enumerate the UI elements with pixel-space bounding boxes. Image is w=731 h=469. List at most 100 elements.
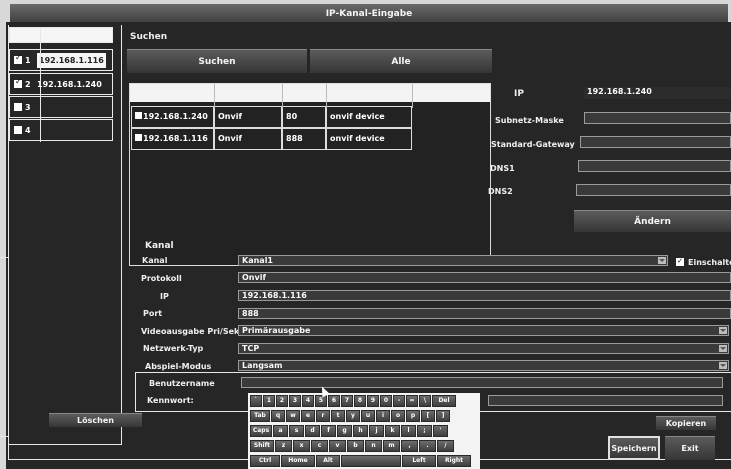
enable-checkbox[interactable]: ✓ xyxy=(676,258,684,266)
channel-row-4[interactable]: 4 xyxy=(9,119,113,141)
dns1-field[interactable] xyxy=(578,160,731,172)
dns2-field[interactable] xyxy=(576,184,731,196)
username-field[interactable] xyxy=(241,377,723,388)
channel-row-1[interactable]: 1 192.168.1.116 xyxy=(9,49,113,71)
keyboard-key[interactable]: 0 xyxy=(380,395,392,407)
keyboard-key[interactable]: k xyxy=(385,425,400,437)
ip-field[interactable]: 192.168.1.116 xyxy=(238,290,731,301)
keyboard-key[interactable]: u xyxy=(361,410,375,422)
show-all-button[interactable]: Alle xyxy=(310,49,492,73)
channel-checkbox[interactable] xyxy=(14,103,22,111)
table-column-line xyxy=(412,84,413,108)
save-button[interactable]: Speichern xyxy=(608,436,660,460)
keyboard-key[interactable]: Right xyxy=(437,455,471,467)
keyboard-key[interactable]: Shift xyxy=(250,440,274,452)
change-button[interactable]: Ändern xyxy=(574,210,731,232)
search-button[interactable]: Suchen xyxy=(127,49,307,73)
subnet-field[interactable] xyxy=(584,112,731,124)
keyboard-key[interactable]: ] xyxy=(436,410,450,422)
keyboard-key[interactable]: q xyxy=(271,410,285,422)
keyboard-key[interactable]: n xyxy=(365,440,382,452)
keyboard-key[interactable]: 2 xyxy=(276,395,288,407)
keyboard-key[interactable]: ; xyxy=(417,425,432,437)
keyboard-key[interactable]: x xyxy=(293,440,310,452)
keyboard-key[interactable]: Alt xyxy=(316,455,340,467)
keyboard-key[interactable]: z xyxy=(275,440,292,452)
keyboard-key[interactable]: 6 xyxy=(328,395,340,407)
keyboard-key[interactable]: ' xyxy=(433,425,448,437)
keyboard-key[interactable]: 9 xyxy=(367,395,379,407)
keyboard-key[interactable]: y xyxy=(346,410,360,422)
keyboard-key[interactable]: p xyxy=(406,410,420,422)
keyboard-key[interactable]: r xyxy=(316,410,330,422)
keyboard-key[interactable]: ` xyxy=(250,395,262,407)
nettyp-select[interactable]: TCP xyxy=(238,343,729,354)
keyboard-key[interactable] xyxy=(341,455,401,467)
window-title: IP-Kanal-Eingabe xyxy=(10,4,728,24)
result-port: 80 xyxy=(282,106,326,128)
keyboard-key[interactable]: \ xyxy=(419,395,431,407)
keyboard-key[interactable]: 5 xyxy=(315,395,327,407)
kanal-select[interactable]: Kanal1 xyxy=(238,255,668,266)
video-select[interactable]: Primärausgabe xyxy=(238,325,729,336)
keyboard-key[interactable]: Tab xyxy=(250,410,270,422)
port-field[interactable]: 888 xyxy=(238,308,731,319)
keyboard-key[interactable]: t xyxy=(331,410,345,422)
chevron-down-icon[interactable] xyxy=(658,257,666,264)
keyboard-key[interactable]: 4 xyxy=(302,395,314,407)
chevron-down-icon[interactable] xyxy=(719,327,727,334)
copy-button[interactable]: Kopieren xyxy=(656,416,716,430)
keyboard-key[interactable]: j xyxy=(369,425,384,437)
channel-checkbox[interactable] xyxy=(14,53,22,64)
keyboard-key[interactable]: c xyxy=(311,440,328,452)
result-port: 888 xyxy=(282,128,326,150)
keyboard-key[interactable]: . xyxy=(419,440,436,452)
result-ip[interactable]: 192.168.1.116 xyxy=(131,128,214,150)
keyboard-key[interactable]: - xyxy=(393,395,405,407)
gateway-field[interactable] xyxy=(580,136,731,148)
keyboard-key[interactable]: 7 xyxy=(341,395,353,407)
chevron-down-icon[interactable] xyxy=(719,362,727,369)
keyboard-key[interactable]: Ctrl xyxy=(250,455,280,467)
keyboard-key[interactable]: 3 xyxy=(289,395,301,407)
keyboard-key[interactable]: v xyxy=(329,440,346,452)
keyboard-key[interactable]: [ xyxy=(421,410,435,422)
row-checkbox[interactable] xyxy=(135,112,142,119)
net-ip-field[interactable]: 192.168.1.240 xyxy=(584,87,731,99)
keyboard-key[interactable]: Left xyxy=(402,455,436,467)
table-column-line xyxy=(214,84,215,108)
channel-row-3[interactable]: 3 xyxy=(9,96,113,118)
keyboard-key[interactable]: Home xyxy=(281,455,315,467)
playback-select[interactable]: Langsam xyxy=(238,360,729,371)
keyboard-key[interactable]: f xyxy=(321,425,336,437)
keyboard-key[interactable]: = xyxy=(406,395,418,407)
keyboard-key[interactable]: Del xyxy=(432,395,456,407)
keyboard-key[interactable]: , xyxy=(401,440,418,452)
password-field[interactable] xyxy=(488,395,723,406)
keyboard-key[interactable]: l xyxy=(401,425,416,437)
channel-checkbox[interactable] xyxy=(14,126,22,134)
keyboard-key[interactable]: s xyxy=(289,425,304,437)
delete-button[interactable]: Löschen xyxy=(49,413,142,427)
keyboard-key[interactable]: g xyxy=(337,425,352,437)
keyboard-key[interactable]: b xyxy=(347,440,364,452)
keyboard-key[interactable]: a xyxy=(273,425,288,437)
row-checkbox[interactable] xyxy=(135,134,142,141)
keyboard-key[interactable]: o xyxy=(391,410,405,422)
keyboard-key[interactable]: 8 xyxy=(354,395,366,407)
channel-row-2[interactable]: 2 192.168.1.240 xyxy=(9,73,113,95)
keyboard-key[interactable]: / xyxy=(437,440,454,452)
keyboard-key[interactable]: 1 xyxy=(263,395,275,407)
channel-checkbox[interactable] xyxy=(14,77,22,88)
result-ip[interactable]: 192.168.1.240 xyxy=(131,106,214,128)
keyboard-key[interactable]: m xyxy=(383,440,400,452)
keyboard-key[interactable]: h xyxy=(353,425,368,437)
keyboard-key[interactable]: e xyxy=(301,410,315,422)
keyboard-key[interactable]: i xyxy=(376,410,390,422)
keyboard-key[interactable]: w xyxy=(286,410,300,422)
protokoll-select[interactable]: Onvif xyxy=(238,272,731,283)
keyboard-key[interactable]: d xyxy=(305,425,320,437)
keyboard-key[interactable]: Caps xyxy=(250,425,272,437)
chevron-down-icon[interactable] xyxy=(719,345,727,352)
exit-button[interactable]: Exit xyxy=(665,436,715,460)
